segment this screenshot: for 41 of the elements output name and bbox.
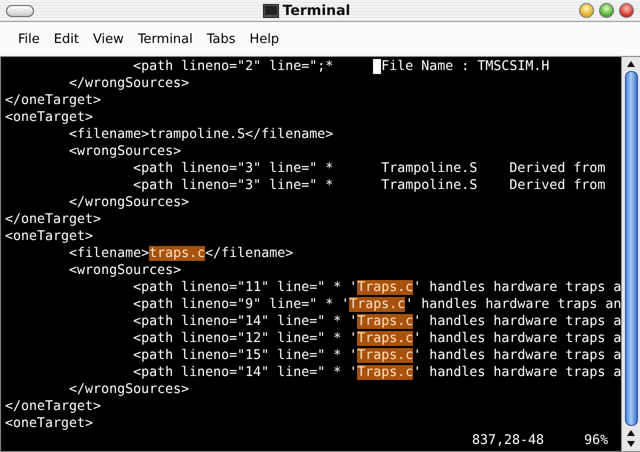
menu-item[interactable]: View — [86, 30, 131, 48]
terminal-line: </wrongSources> — [68, 194, 190, 211]
terminal-line: </wrongSources> — [68, 381, 190, 398]
terminal-line: <path lineno="14" line=" * 'Traps.c' handles hardware traps a — [132, 364, 621, 381]
terminal-line: </oneTarget> — [5, 398, 102, 415]
terminal-line: <path lineno="12" line=" * 'Traps.c' handles hardware traps a — [132, 330, 621, 347]
terminal-line: </wrongSources> — [68, 75, 190, 92]
scroll-up-icon[interactable] — [626, 429, 636, 437]
terminal-line: <path lineno="9" line=" * 'Traps.c' handles hardware traps an — [132, 296, 621, 313]
menu-item[interactable]: Edit — [46, 30, 86, 48]
menu-item[interactable]: File — [11, 30, 47, 48]
cursor-position: 837,28-48 — [472, 432, 544, 449]
terminal-line: </oneTarget> — [5, 211, 102, 228]
window-menu-button[interactable] — [6, 4, 34, 16]
menu-item[interactable]: Tabs — [200, 30, 243, 48]
menu-item[interactable]: Terminal — [130, 30, 200, 48]
terminal-line: <path lineno="2" line=";* File Name : TMSCSIM.H — [132, 58, 550, 75]
terminal-line: </oneTarget> — [5, 92, 102, 109]
terminal-line: <filename>trampoline.S</filename> — [68, 126, 334, 143]
scrollbar[interactable] — [621, 57, 640, 451]
terminal-line: <wrongSources> — [68, 143, 182, 160]
terminal-line: <path lineno="14" line=" * 'Traps.c' handles hardware traps a — [132, 313, 621, 330]
menu-item[interactable]: Help — [242, 30, 286, 48]
window-title: Terminal — [282, 2, 350, 18]
terminal-line: <path lineno="3" line=" * Trampoline.S Derived from — [132, 160, 606, 177]
terminal-line: <wrongSources> — [68, 262, 182, 279]
terminal-line: <path lineno="3" line=" * Trampoline.S Derived from — [132, 177, 606, 194]
maximize-button[interactable] — [598, 3, 614, 18]
terminal-line: <path lineno="15" line=" * 'Traps.c' handles hardware traps a — [132, 347, 621, 364]
terminal-line: <oneTarget> — [5, 415, 94, 432]
close-button[interactable] — [618, 3, 634, 18]
terminal-line: <oneTarget> — [5, 109, 94, 126]
scroll-percent: 96% — [584, 432, 608, 449]
terminal-line: <path lineno="11" line=" * 'Traps.c' handles hardware traps a — [132, 279, 621, 296]
scroll-down-icon[interactable] — [626, 440, 636, 448]
terminal-icon — [262, 4, 279, 18]
minimize-button[interactable] — [578, 3, 594, 18]
terminal-line: <filename>traps.c</filename> — [68, 245, 294, 262]
scrollbar-thumb[interactable] — [624, 71, 638, 426]
scroll-up-icon[interactable] — [626, 60, 636, 68]
terminal-line: <oneTarget> — [5, 228, 94, 245]
